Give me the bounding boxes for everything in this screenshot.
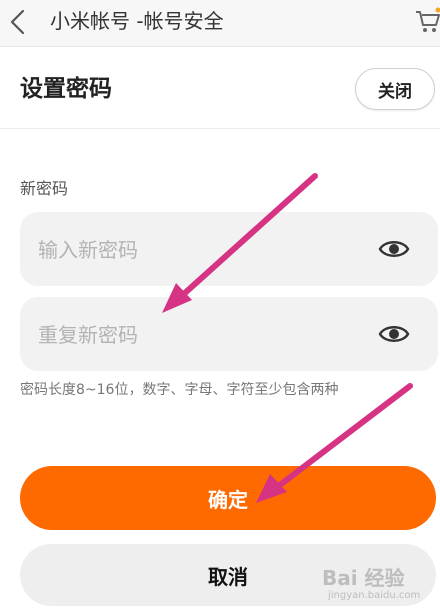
- close-button[interactable]: 关闭: [355, 68, 435, 110]
- confirm-button[interactable]: 确定: [20, 466, 436, 530]
- cart-icon[interactable]: [414, 7, 440, 35]
- eye-icon[interactable]: [378, 322, 410, 346]
- watermark-text: Bai 经验: [322, 566, 405, 590]
- sheet-title: 设置密码: [20, 76, 112, 102]
- new-password-field[interactable]: [20, 212, 438, 288]
- new-password-input[interactable]: [36, 212, 370, 288]
- page-title: 小米帐号 -帐号安全: [50, 9, 224, 33]
- top-navigation-bar: 小米帐号 -帐号安全: [0, 0, 440, 47]
- password-rule-hint: 密码长度8~16位，数字、字母、字符至少包含两种: [20, 382, 339, 398]
- chevron-left-icon[interactable]: [6, 8, 30, 36]
- header-divider: [0, 128, 440, 129]
- baidu-jingyan-watermark: Bai 经验 jingyan.baidu.com: [322, 560, 438, 610]
- new-password-section-label: 新密码: [20, 179, 69, 198]
- eye-icon[interactable]: [378, 237, 410, 261]
- repeat-password-field[interactable]: [20, 297, 438, 373]
- repeat-password-input[interactable]: [36, 297, 370, 373]
- watermark-subtext: jingyan.baidu.com: [328, 590, 421, 601]
